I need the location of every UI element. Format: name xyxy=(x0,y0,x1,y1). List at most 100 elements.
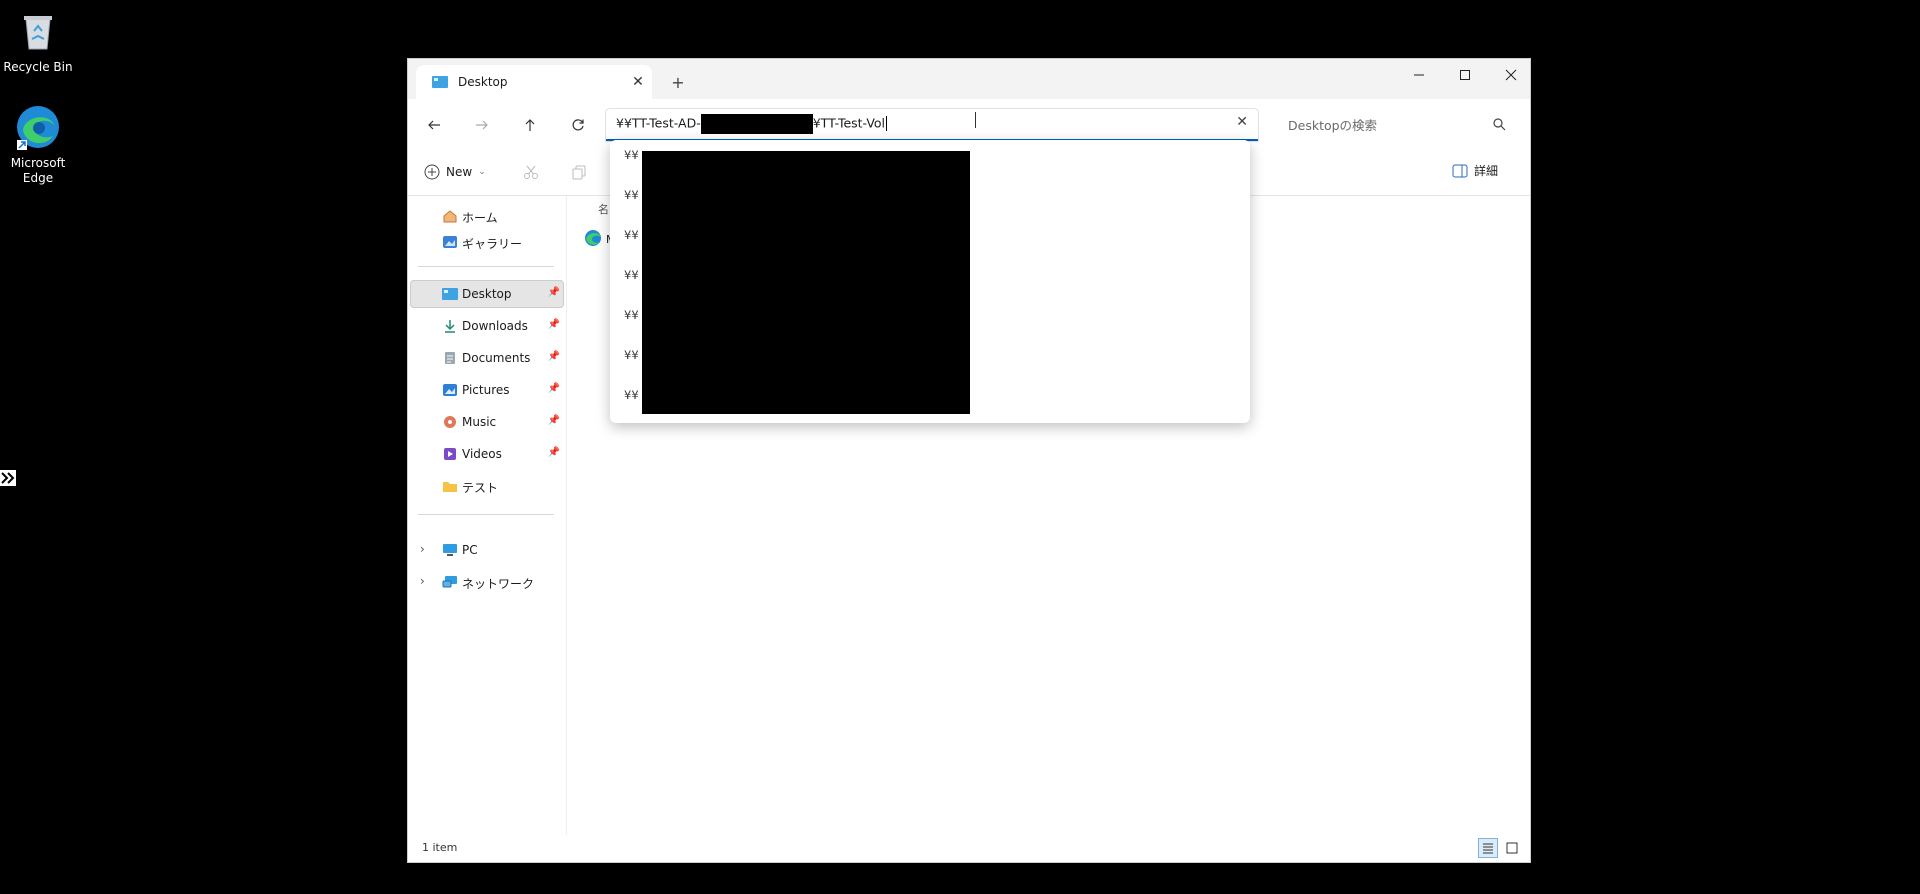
address-value-suffix: ¥TT-Test-Vol xyxy=(812,115,886,131)
text-cursor xyxy=(886,115,888,131)
nav-item-gallery[interactable]: ギャラリー xyxy=(410,228,564,256)
nav-item-home[interactable]: ホーム xyxy=(410,202,564,230)
suggestion-item[interactable]: ¥¥ xyxy=(624,308,639,322)
nav-item-label: Music xyxy=(462,415,497,429)
pin-icon[interactable]: 📌 xyxy=(548,383,560,394)
details-view-button[interactable] xyxy=(1478,838,1498,858)
list-view-icon xyxy=(1483,843,1493,854)
nav-item-videos[interactable]: Videos 📌 xyxy=(410,440,564,468)
copy-icon[interactable] xyxy=(570,163,588,181)
chevron-right-icon[interactable]: › xyxy=(420,574,425,588)
arrow-right-icon xyxy=(476,120,488,130)
nav-divider xyxy=(418,266,554,267)
column-header-name[interactable]: 名 xyxy=(598,201,609,217)
edge-icon xyxy=(13,102,63,152)
thumbnail-view-icon xyxy=(1506,842,1518,854)
redacted-block xyxy=(700,114,813,134)
nav-item-test-folder[interactable]: テスト xyxy=(410,472,564,500)
folder-icon xyxy=(442,479,458,493)
tab-label: Desktop xyxy=(458,75,508,89)
pin-icon[interactable]: 📌 xyxy=(548,415,560,426)
pin-icon[interactable]: 📌 xyxy=(548,447,560,458)
up-button[interactable] xyxy=(516,111,544,139)
nav-item-label: Pictures xyxy=(462,383,510,397)
close-button[interactable] xyxy=(1488,59,1534,91)
suggestion-item[interactable]: ¥¥ xyxy=(624,148,639,162)
tab-desktop[interactable]: Desktop ✕ xyxy=(416,65,652,99)
clear-address-button[interactable]: ✕ xyxy=(1236,114,1248,130)
nav-item-network[interactable]: › ネットワーク xyxy=(410,568,564,596)
status-bar: 1 item xyxy=(408,835,1530,861)
close-icon xyxy=(1505,69,1517,81)
address-suggestions-dropdown: ¥¥ ¥¥ ¥¥ ¥¥ ¥¥ ¥¥ ¥¥ xyxy=(610,140,1250,423)
pictures-icon xyxy=(442,383,458,397)
search-box[interactable]: Desktopの検索 xyxy=(1266,109,1512,139)
suggestion-item[interactable]: ¥¥ xyxy=(624,348,639,362)
documents-icon xyxy=(442,351,458,365)
nav-item-desktop[interactable]: Desktop 📌 xyxy=(410,280,564,308)
gallery-icon xyxy=(442,235,458,249)
details-label: 詳細 xyxy=(1473,164,1498,178)
nav-divider xyxy=(418,514,554,515)
download-icon xyxy=(442,319,458,333)
title-bar: Desktop ✕ + xyxy=(408,59,1530,99)
plus-circle-icon xyxy=(424,164,440,180)
desktop-icon-label: Microsoft Edge xyxy=(10,156,66,185)
nav-item-label: ネットワーク xyxy=(462,577,535,591)
chevron-down-icon: ⌄ xyxy=(478,167,486,177)
nav-item-label: テスト xyxy=(462,481,499,495)
pc-icon xyxy=(442,543,458,557)
nav-item-pictures[interactable]: Pictures 📌 xyxy=(410,376,564,404)
desktop-icon xyxy=(442,287,458,301)
text-cursor-ibeam xyxy=(975,112,980,128)
pin-icon[interactable]: 📌 xyxy=(548,351,560,362)
pin-icon[interactable]: 📌 xyxy=(548,287,560,298)
address-bar-input[interactable]: ¥¥TT-Test-AD- ¥TT-Test-Vol ✕ xyxy=(606,109,1258,141)
maximize-icon xyxy=(1460,70,1470,80)
nav-item-downloads[interactable]: Downloads 📌 xyxy=(410,312,564,340)
arrow-up-icon xyxy=(525,119,535,131)
network-icon xyxy=(442,575,458,589)
edge-icon xyxy=(585,230,601,246)
nav-item-music[interactable]: Music 📌 xyxy=(410,408,564,436)
forward-button[interactable] xyxy=(468,111,496,139)
new-button[interactable]: New ⌄ xyxy=(424,161,486,183)
details-button[interactable]: 詳細 xyxy=(1452,162,1498,179)
nav-item-label: ギャラリー xyxy=(462,237,523,251)
file-item-edge-shortcut[interactable] xyxy=(584,229,604,249)
maximize-button[interactable] xyxy=(1442,59,1488,91)
suggestion-item[interactable]: ¥¥ xyxy=(624,388,639,402)
refresh-button[interactable] xyxy=(564,111,592,139)
refresh-icon xyxy=(572,119,584,131)
videos-icon xyxy=(442,447,458,461)
cut-icon[interactable] xyxy=(522,163,540,181)
navigation-pane: ホーム ギャラリー Desktop 📌 Downloads 📌 Document… xyxy=(408,196,567,836)
back-button[interactable] xyxy=(420,111,448,139)
tab-close-button[interactable]: ✕ xyxy=(624,74,652,90)
address-value: ¥¥TT-Test-AD- ¥TT-Test-Vol xyxy=(616,114,888,134)
home-icon xyxy=(442,209,458,223)
double-chevron-right-icon[interactable] xyxy=(0,470,16,486)
details-pane-icon xyxy=(1452,164,1468,177)
pin-icon[interactable]: 📌 xyxy=(548,319,560,330)
minimize-button[interactable] xyxy=(1396,59,1442,91)
chevron-right-icon[interactable]: › xyxy=(420,542,425,556)
search-placeholder: Desktopの検索 xyxy=(1288,117,1378,133)
desktop-icon-edge[interactable]: Microsoft Edge xyxy=(0,102,78,186)
recycle-bin-icon xyxy=(13,6,63,56)
new-button-label: New xyxy=(446,165,473,179)
desktop-icon-label: Recycle Bin xyxy=(3,60,73,74)
new-tab-button[interactable]: + xyxy=(668,73,688,93)
desktop-icon-recycle-bin[interactable]: Recycle Bin xyxy=(0,6,78,75)
suggestion-item[interactable]: ¥¥ xyxy=(624,268,639,282)
search-icon[interactable] xyxy=(1492,116,1506,135)
suggestion-item[interactable]: ¥¥ xyxy=(624,228,639,242)
nav-item-pc[interactable]: › PC xyxy=(410,536,564,564)
nav-item-label: Desktop xyxy=(462,287,512,301)
music-icon xyxy=(442,415,458,429)
nav-item-documents[interactable]: Documents 📌 xyxy=(410,344,564,372)
suggestion-item[interactable]: ¥¥ xyxy=(624,188,639,202)
nav-item-label: PC xyxy=(462,543,478,557)
tiles-view-button[interactable] xyxy=(1502,838,1522,858)
minimize-icon xyxy=(1414,74,1424,76)
